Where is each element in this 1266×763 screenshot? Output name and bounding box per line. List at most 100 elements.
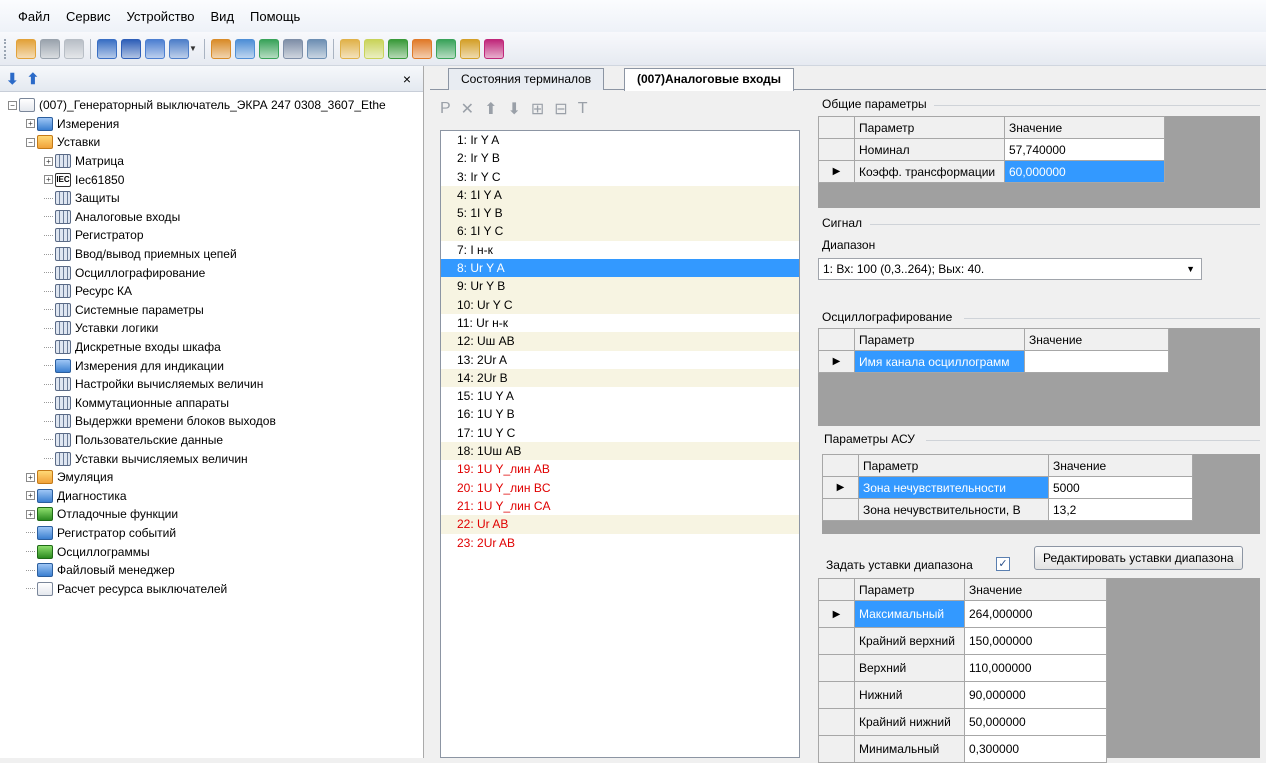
- report-icon[interactable]: [234, 38, 255, 59]
- list-item[interactable]: 2: Ir Y B: [441, 149, 799, 167]
- tree-item[interactable]: Осциллограммы: [0, 542, 423, 561]
- tree-item[interactable]: Коммутационные аппараты: [0, 394, 423, 413]
- osc-params-grid[interactable]: Параметр Значение ▶ Имя канала осциллогр…: [818, 328, 1169, 373]
- tree-item[interactable]: Файловый менеджер: [0, 561, 423, 580]
- param-value[interactable]: 13,2: [1048, 498, 1193, 521]
- list-item[interactable]: 5: 1I Y B: [441, 204, 799, 223]
- panel-gray-icon[interactable]: [64, 38, 84, 59]
- list-item[interactable]: 9: Ur Y B: [441, 277, 799, 296]
- edit-icon[interactable]: [363, 38, 384, 59]
- table-row[interactable]: ▶ Максимальный 264,000000: [818, 600, 1107, 628]
- param-value[interactable]: 0,300000: [964, 735, 1107, 763]
- general-params-grid[interactable]: Параметр Значение Номинал 57,740000 ▶ Ко…: [818, 116, 1165, 183]
- properties-icon[interactable]: P: [440, 100, 451, 118]
- expand-icon[interactable]: +: [26, 119, 35, 129]
- list-item[interactable]: 4: 1I Y A: [441, 185, 799, 205]
- move-up-icon[interactable]: ⬆: [484, 99, 497, 119]
- chevron-down-icon[interactable]: ▼: [1186, 259, 1195, 279]
- text-icon[interactable]: T: [578, 100, 588, 118]
- collapse-icon[interactable]: −: [8, 100, 17, 110]
- tree-item[interactable]: Настройки вычисляемых величин: [0, 375, 423, 394]
- grid-blue-icon[interactable]: [121, 38, 141, 59]
- asu-params-grid[interactable]: Параметр Значение ▶ Зона нечувствительно…: [822, 454, 1193, 521]
- param-value[interactable]: 60,000000: [1004, 160, 1165, 183]
- tree-item[interactable]: Защиты: [0, 189, 423, 208]
- menu-item-1[interactable]: Сервис: [58, 9, 119, 24]
- tree-item[interactable]: − (007)_Генераторный выключатель_ЭКРА 247…: [0, 96, 423, 115]
- tree-item[interactable]: + Отладочные функции: [0, 505, 423, 524]
- expand-icon[interactable]: +: [26, 509, 35, 519]
- tree-item[interactable]: Регистратор: [0, 226, 423, 245]
- tree-item[interactable]: Пользовательские данные: [0, 431, 423, 450]
- table-row[interactable]: Минимальный 0,300000: [818, 735, 1107, 763]
- collapse-all-icon[interactable]: ⊟: [554, 99, 567, 119]
- tree-item[interactable]: + Матрица: [0, 152, 423, 171]
- list-item[interactable]: 15: 1U Y A: [441, 387, 799, 405]
- range-select[interactable]: 1: Вх: 100 (0,3..264); Вых: 40. ▼: [818, 258, 1202, 280]
- tree-item[interactable]: Осциллографирование: [0, 263, 423, 282]
- list-icon[interactable]: [97, 38, 117, 59]
- range-params-grid[interactable]: Параметр Значение ▶ Максимальный 264,00000…: [818, 578, 1107, 763]
- list-item[interactable]: 7: I н-к: [441, 241, 799, 259]
- tree-item[interactable]: Регистратор событий: [0, 524, 423, 543]
- tree-item[interactable]: Аналоговые входы: [0, 208, 423, 227]
- menu-item-4[interactable]: Помощь: [242, 9, 308, 24]
- arrow-down-icon[interactable]: ⬇: [6, 70, 19, 88]
- users-gray-icon[interactable]: [40, 38, 60, 59]
- list-item[interactable]: 11: Ur н-к: [441, 314, 799, 332]
- range-settings-checkbox[interactable]: ✓: [996, 557, 1010, 571]
- filter-icon[interactable]: [282, 38, 303, 59]
- param-value[interactable]: 5000: [1048, 476, 1193, 499]
- close-icon[interactable]: ×: [403, 71, 411, 87]
- chart-icon[interactable]: [411, 38, 432, 59]
- param-value[interactable]: 50,000000: [964, 708, 1107, 736]
- tree-item[interactable]: Системные параметры: [0, 301, 423, 320]
- table-row[interactable]: Номинал 57,740000: [818, 138, 1165, 161]
- param-value[interactable]: 57,740000: [1004, 138, 1165, 161]
- table-row[interactable]: ▶ Коэфф. трансформации 60,000000: [818, 160, 1165, 183]
- hierarchy-icon[interactable]: [210, 38, 231, 59]
- folder-open-icon[interactable]: [339, 38, 360, 59]
- channel-list[interactable]: 1: Ir Y A 2: Ir Y B 3: Ir Y C 4: 1I Y A 5: 1…: [440, 130, 800, 758]
- layout-icon[interactable]: [145, 38, 165, 59]
- tree-item[interactable]: + Измерения: [0, 115, 423, 134]
- list-item[interactable]: 21: 1U Y_лин CA: [441, 497, 799, 515]
- tab-analog-inputs[interactable]: (007)Аналоговые входы: [624, 68, 794, 91]
- param-value[interactable]: 90,000000: [964, 681, 1107, 709]
- list-item[interactable]: 12: Uш AB: [441, 332, 799, 351]
- table-row[interactable]: Верхний 110,000000: [818, 654, 1107, 682]
- settings-icon[interactable]: [459, 38, 480, 59]
- tree-item[interactable]: Уставки вычисляемых величин: [0, 449, 423, 468]
- collapse-icon[interactable]: −: [26, 137, 35, 147]
- table-row[interactable]: Крайний верхний 150,000000: [818, 627, 1107, 655]
- menu-item-2[interactable]: Устройство: [119, 9, 203, 24]
- table-row[interactable]: ▶ Зона нечувствительности 5000: [822, 476, 1193, 499]
- chevron-down-icon[interactable]: ▼: [189, 44, 197, 53]
- export-icon[interactable]: [387, 38, 408, 59]
- tree-item[interactable]: Дискретные входы шкафа: [0, 338, 423, 357]
- param-value[interactable]: 264,000000: [964, 600, 1107, 628]
- arrow-up-icon[interactable]: ⬆: [27, 70, 40, 88]
- menu-item-3[interactable]: Вид: [203, 9, 243, 24]
- tree-item[interactable]: + Эмуляция: [0, 468, 423, 487]
- move-down-icon[interactable]: ⬇: [507, 99, 520, 119]
- table-dropdown-icon[interactable]: [169, 38, 189, 59]
- list-item[interactable]: 1: Ir Y A: [441, 131, 799, 149]
- list-item[interactable]: 17: 1U Y C: [441, 424, 799, 442]
- users-icon[interactable]: [16, 38, 36, 59]
- list-item[interactable]: 6: 1I Y C: [441, 222, 799, 241]
- tree-item[interactable]: Выдержки времени блоков выходов: [0, 412, 423, 431]
- list-item[interactable]: 16: 1U Y B: [441, 405, 799, 423]
- tree-item[interactable]: Ввод/вывод приемных цепей: [0, 245, 423, 264]
- tree-item[interactable]: + Диагностика: [0, 486, 423, 505]
- list-item[interactable]: 19: 1U Y_лин AB: [441, 460, 799, 478]
- tree-item[interactable]: Расчет ресурса выключателей: [0, 579, 423, 598]
- list-item[interactable]: 23: 2Ur AB: [441, 534, 799, 552]
- tree-item[interactable]: − Уставки: [0, 133, 423, 152]
- param-value[interactable]: [1024, 350, 1169, 373]
- list-item[interactable]: 18: 1Uш AB: [441, 442, 799, 461]
- menu-item-0[interactable]: Файл: [10, 9, 58, 24]
- param-value[interactable]: 150,000000: [964, 627, 1107, 655]
- tree-icon[interactable]: [258, 38, 279, 59]
- expand-icon[interactable]: +: [44, 175, 53, 185]
